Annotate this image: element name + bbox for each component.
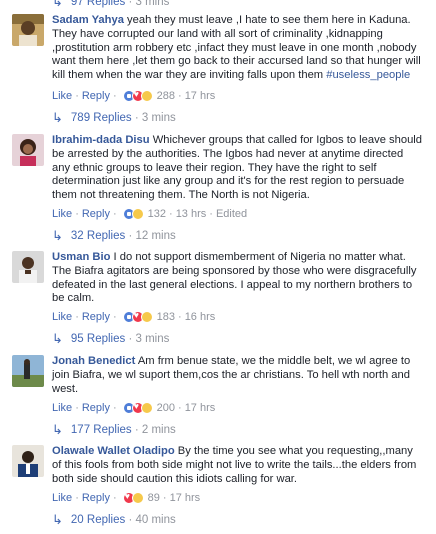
comment-actions: Like · Reply · 288 · 17 hrs: [52, 88, 215, 104]
replies-row[interactable]: ↳ 20 Replies · 40 mins: [52, 511, 176, 529]
reactions[interactable]: [122, 491, 144, 504]
reply-button[interactable]: Reply: [82, 90, 110, 102]
replies-row[interactable]: ↳ 177 Replies · 2 mins: [52, 421, 176, 439]
haha-reaction-icon: [140, 402, 153, 414]
reply-arrow-icon: ↳: [52, 422, 63, 437]
comment-actions: Like · Reply · 200 · 17 hrs: [52, 400, 215, 416]
comment-actions: Like · Reply · 89 · 17 hrs: [52, 490, 200, 506]
author-name[interactable]: Jonah Benedict: [52, 355, 135, 367]
replies-row[interactable]: ↳ 789 Replies · 3 mins: [52, 109, 176, 127]
replies-time: 3 mins: [141, 112, 176, 124]
replies-link[interactable]: 97 Replies: [71, 0, 125, 8]
replies-link[interactable]: 32 Replies: [71, 230, 125, 242]
avatar[interactable]: [12, 134, 44, 166]
edited-label[interactable]: Edited: [216, 208, 247, 220]
replies-row[interactable]: ↳ 95 Replies · 3 mins: [52, 330, 169, 348]
reactions[interactable]: [122, 310, 153, 323]
replies-link[interactable]: 177 Replies: [71, 424, 132, 436]
comment-text: Ibrahim-dada Disu Whichever groups that …: [52, 134, 422, 203]
reaction-count: 183: [156, 311, 176, 323]
replies-row[interactable]: ↳ 97 Replies · 3 mins: [52, 0, 169, 10]
like-button[interactable]: Like: [52, 402, 72, 414]
comment-time[interactable]: 17 hrs: [170, 492, 201, 504]
reactions[interactable]: [122, 401, 153, 414]
replies-link[interactable]: 20 Replies: [71, 514, 125, 526]
author-name[interactable]: Olawale Wallet Oladipo: [52, 445, 175, 457]
reactions[interactable]: [122, 89, 153, 102]
haha-reaction-icon: [140, 311, 153, 323]
haha-reaction-icon: [131, 208, 144, 220]
comment-text: Olawale Wallet Oladipo By the time you s…: [52, 445, 422, 486]
replies-time: 40 mins: [135, 514, 176, 526]
avatar[interactable]: [12, 14, 44, 46]
haha-reaction-icon: [131, 492, 144, 504]
reaction-count: 89: [147, 492, 160, 504]
comment-text: Sadam Yahya yeah they must leave ,I hate…: [52, 14, 422, 83]
haha-reaction-icon: [140, 90, 153, 102]
reaction-count: 132: [147, 208, 167, 220]
avatar[interactable]: [12, 355, 44, 387]
reply-arrow-icon: ↳: [52, 331, 63, 346]
comment-time[interactable]: 17 hrs: [185, 90, 216, 102]
comment-text: Jonah Benedict Am frm benue state, we th…: [52, 355, 422, 396]
top-partial-replies: ↳ 97 Replies · 3 mins: [0, 0, 436, 10]
comment-actions: Like · Reply · 132 · 13 hrs · Edited: [52, 208, 248, 220]
author-name[interactable]: Sadam Yahya: [52, 14, 124, 26]
reply-button[interactable]: Reply: [82, 208, 110, 220]
like-button[interactable]: Like: [52, 90, 72, 102]
reply-button[interactable]: Reply: [82, 492, 110, 504]
author-name[interactable]: Ibrahim-dada Disu: [52, 134, 150, 146]
comment-actions: Like · Reply · 183 · 16 hrs: [52, 309, 215, 325]
reply-button[interactable]: Reply: [82, 311, 110, 323]
reaction-count: 288: [156, 90, 176, 102]
replies-time: 2 mins: [141, 424, 176, 436]
like-button[interactable]: Like: [52, 492, 72, 504]
reply-button[interactable]: Reply: [82, 402, 110, 414]
reactions[interactable]: [122, 208, 144, 220]
replies-link[interactable]: 95 Replies: [71, 333, 125, 345]
reply-arrow-icon: ↳: [52, 0, 63, 9]
avatar[interactable]: [12, 251, 44, 283]
replies-time: 3 mins: [135, 333, 170, 345]
hashtag-link[interactable]: #useless_people: [326, 69, 410, 81]
replies-time: 12 mins: [135, 230, 176, 242]
author-name[interactable]: Usman Bio: [52, 251, 110, 263]
replies-time: 3 mins: [135, 0, 170, 8]
comment-time[interactable]: 17 hrs: [185, 402, 216, 414]
comment-time[interactable]: 13 hrs: [176, 208, 207, 220]
reply-arrow-icon: ↳: [52, 228, 63, 243]
reply-arrow-icon: ↳: [52, 512, 63, 527]
comment-time[interactable]: 16 hrs: [185, 311, 216, 323]
like-button[interactable]: Like: [52, 311, 72, 323]
reply-arrow-icon: ↳: [52, 110, 63, 125]
like-button[interactable]: Like: [52, 208, 72, 220]
replies-link[interactable]: 789 Replies: [71, 112, 132, 124]
avatar[interactable]: [12, 445, 44, 477]
reaction-count: 200: [156, 402, 176, 414]
replies-row[interactable]: ↳ 32 Replies · 12 mins: [52, 227, 176, 245]
comment-text: Usman Bio I do not support dismemberment…: [52, 251, 422, 306]
